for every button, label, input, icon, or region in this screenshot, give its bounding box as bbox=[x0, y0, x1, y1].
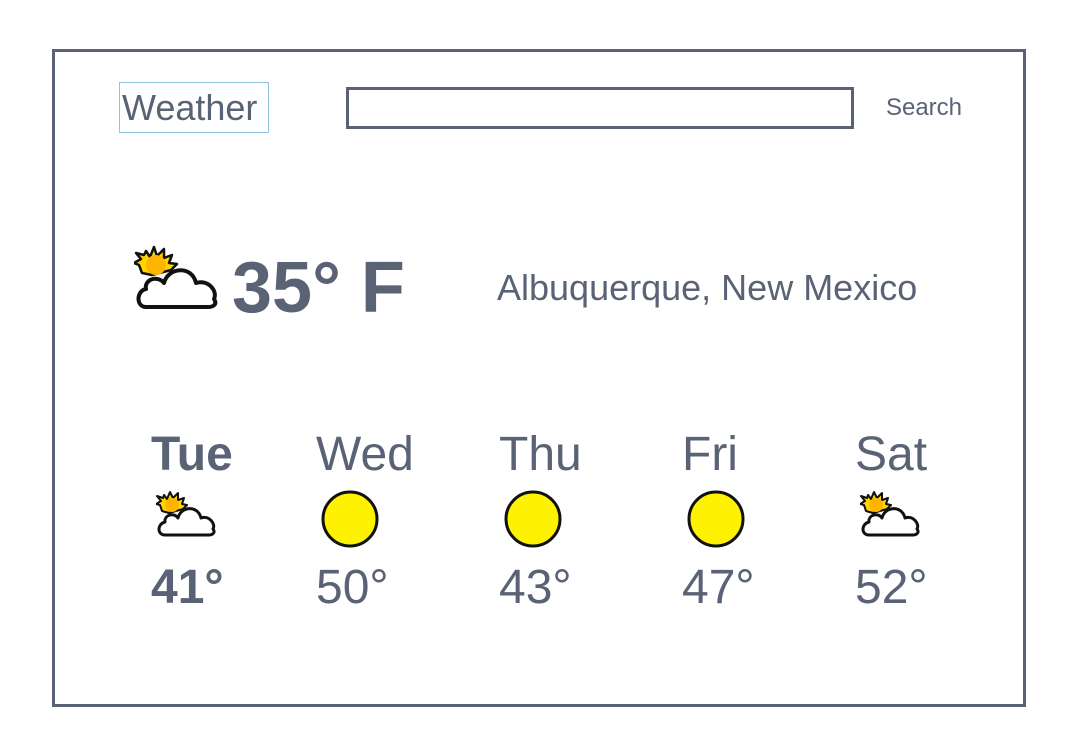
search-input[interactable] bbox=[346, 87, 854, 129]
forecast-day-name: Thu bbox=[499, 428, 582, 481]
sun-icon bbox=[321, 490, 379, 548]
location-label: Albuquerque, New Mexico bbox=[497, 267, 918, 308]
forecast-temp: 50° bbox=[316, 561, 389, 614]
forecast-temp: 43° bbox=[499, 561, 572, 614]
partly-cloudy-icon bbox=[134, 245, 218, 309]
forecast-day-name: Sat bbox=[855, 428, 928, 481]
forecast-day-name: Wed bbox=[316, 428, 414, 481]
forecast-day-wed[interactable]: Wed 50° bbox=[316, 425, 446, 614]
sun-icon bbox=[687, 490, 745, 548]
forecast-day-thu[interactable]: Thu 43° bbox=[499, 425, 629, 614]
partly-cloudy-icon bbox=[860, 491, 920, 537]
forecast-day-sat[interactable]: Sat 52° bbox=[855, 425, 985, 614]
sun-icon bbox=[504, 490, 562, 548]
forecast-day-fri[interactable]: Fri 47° bbox=[682, 425, 812, 614]
forecast-temp: 47° bbox=[682, 561, 755, 614]
forecast-day-name: Fri bbox=[682, 428, 738, 481]
forecast-day-tue[interactable]: Tue 41° bbox=[151, 425, 281, 614]
search-button[interactable]: Search bbox=[872, 90, 976, 126]
current-temperature: 35° F bbox=[232, 248, 405, 328]
forecast-temp: 52° bbox=[855, 561, 928, 614]
forecast-temp: 41° bbox=[151, 561, 224, 614]
partly-cloudy-icon bbox=[156, 491, 216, 537]
app-title: Weather bbox=[119, 82, 269, 133]
forecast-day-name: Tue bbox=[151, 428, 233, 481]
